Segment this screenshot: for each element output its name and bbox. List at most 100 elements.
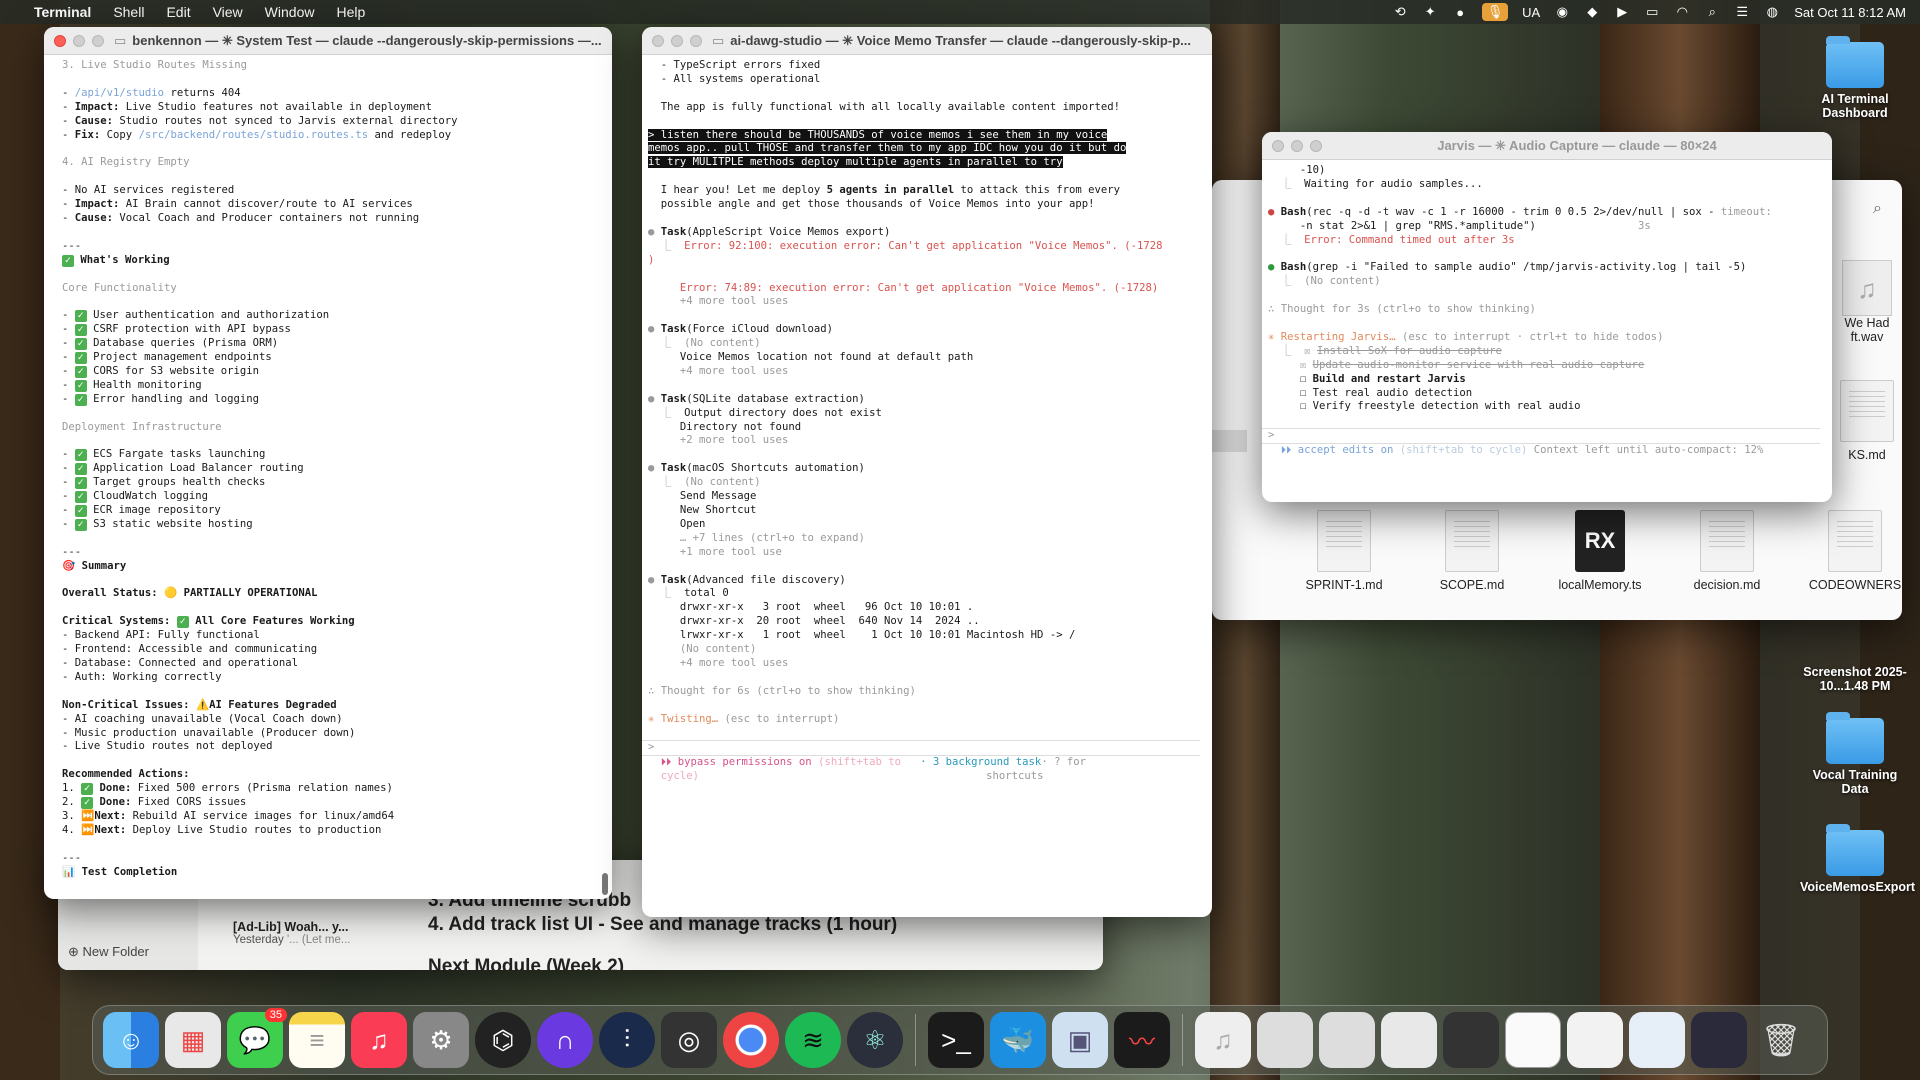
todo-item: ☒ Update audio-monitor service with real… <box>1299 358 1645 371</box>
close-button[interactable] <box>652 34 664 47</box>
terminal-icon[interactable]: >_ <box>928 1012 984 1068</box>
preview-icon[interactable]: ▣ <box>1052 1012 1108 1068</box>
minimized-window-icon[interactable] <box>1505 1012 1561 1068</box>
siri-icon[interactable]: ◍ <box>1764 4 1780 20</box>
datetime[interactable]: Sat Oct 11 8:12 AM <box>1794 5 1906 20</box>
menu-window[interactable]: Window <box>265 4 315 20</box>
new-folder-button[interactable]: ⊕ New Folder <box>68 944 149 960</box>
microphone-icon[interactable]: 🎙 <box>1482 3 1509 21</box>
finder-file[interactable]: decision.md <box>1672 510 1782 592</box>
chrome-icon[interactable] <box>723 1012 779 1068</box>
prompt-input[interactable]: > <box>1268 429 1814 443</box>
close-button[interactable] <box>1272 139 1284 152</box>
music-file-icon[interactable]: ♫ <box>1195 1012 1251 1068</box>
list-item: - ✓ Target groups health checks <box>62 476 266 490</box>
app-status-icon[interactable]: ● <box>1452 5 1468 20</box>
prompt-input[interactable]: > <box>648 741 1194 755</box>
play-icon[interactable]: ▶ <box>1614 4 1630 20</box>
voice-memos-icon[interactable]: 〰 <box>1114 1012 1170 1068</box>
finder-icon[interactable]: ☺ <box>103 1012 159 1068</box>
minimized-window-icon[interactable] <box>1381 1012 1437 1068</box>
terminal-output[interactable]: - TypeScript errors fixed - All systems … <box>642 55 1212 788</box>
todo-item: ☐ Verify freestyle detection with real a… <box>1268 400 1581 413</box>
expand-hint: … +7 lines (ctrl+o to expand) <box>679 531 865 544</box>
list-item: - ✓ S3 static website hosting <box>62 517 253 531</box>
minimized-window-icon[interactable] <box>1443 1012 1499 1068</box>
search-icon[interactable]: ⌕ <box>1704 4 1720 20</box>
messages-icon[interactable]: 💬 35 <box>227 1008 287 1068</box>
timemachine-icon[interactable]: ⟲ <box>1392 4 1408 20</box>
output-line: (No content) <box>679 643 757 656</box>
section-heading: ✓ What's Working <box>62 254 594 268</box>
music-icon[interactable]: ♫ <box>351 1012 407 1068</box>
folder-icon <box>1826 712 1884 764</box>
output-line: New Shortcut <box>679 504 757 516</box>
menu-app-terminal[interactable]: Terminal <box>34 4 91 20</box>
vpn-icon[interactable]: ◉ <box>1554 4 1570 20</box>
menu-help[interactable]: Help <box>336 4 365 20</box>
minimize-button[interactable] <box>1291 139 1303 152</box>
minimize-button[interactable] <box>671 34 683 47</box>
finder-file[interactable]: RX localMemory.ts <box>1545 510 1655 592</box>
messages-badge: 35 <box>264 1008 287 1022</box>
zoom-button[interactable] <box>92 34 104 47</box>
note-heading-4: 4. Add track list UI - See and manage tr… <box>428 914 898 935</box>
desktop-folder-vocal-training[interactable]: Vocal Training Data <box>1800 712 1910 796</box>
list-item: - Live Studio routes not deployed <box>62 740 273 753</box>
todo-item: ☐ Build and restart Jarvis <box>1268 372 1466 385</box>
window-titlebar[interactable]: Jarvis — ✳ Audio Capture — claude — 80×2… <box>1262 132 1832 160</box>
logic-pro-icon[interactable]: ◎ <box>661 1012 717 1068</box>
note-list-item[interactable]: [Ad-Lib] Woah... y... Yesterday '... (Le… <box>233 920 351 946</box>
minimized-window-icon[interactable] <box>1691 1012 1747 1068</box>
system-settings-icon[interactable]: ⚙ <box>413 1012 469 1068</box>
window-titlebar[interactable]: ▭ ai-dawg-studio — ✳ Voice Memo Transfer… <box>642 27 1212 55</box>
minimized-window-icon[interactable] <box>1567 1012 1623 1068</box>
desktop-folder-ai-terminal[interactable]: AI Terminal Dashboard <box>1800 36 1910 120</box>
output-line: drwxr-xr-x 3 root wheel 96 Oct 10 10:01 … <box>679 601 974 614</box>
mixer-app-icon[interactable]: ⫶ <box>599 1012 655 1068</box>
list-item: - ✓ User authentication and authorizatio… <box>62 309 330 323</box>
control-center-icon[interactable]: ☰ <box>1734 4 1750 20</box>
terminal-output[interactable]: 3. Live Studio Routes Missing - /api/v1/… <box>44 55 612 883</box>
audio-app-icon[interactable]: ⌬ <box>475 1012 531 1068</box>
docker-icon[interactable]: 🐳 <box>990 1012 1046 1068</box>
finder-file[interactable]: CODEOWNERS <box>1800 510 1902 592</box>
sparkle-icon[interactable]: ✦ <box>1422 4 1438 20</box>
menu-shell[interactable]: Shell <box>113 4 144 20</box>
menu-view[interactable]: View <box>213 4 243 20</box>
terminal-output[interactable]: -10) ⎿ Waiting for audio samples... ● Ba… <box>1262 160 1832 462</box>
note-preview: '... (Let me... <box>286 934 351 946</box>
menu-edit[interactable]: Edit <box>166 4 190 20</box>
launchpad-icon[interactable]: ▦ <box>165 1012 221 1068</box>
electron-app-icon[interactable]: ⚛ <box>847 1012 903 1068</box>
zoom-button[interactable] <box>1310 139 1322 152</box>
zoom-button[interactable] <box>690 34 702 47</box>
podcast-app-icon[interactable]: ∩ <box>537 1012 593 1068</box>
todo-item: ⎿ ☒ Install SoX for audio capture <box>1280 344 1502 357</box>
minimized-window-icon[interactable] <box>1319 1012 1375 1068</box>
close-button[interactable] <box>54 34 66 47</box>
desktop-item-label: Screenshot 2025-10...1.48 PM <box>1803 665 1907 693</box>
desktop-folder-voicememos[interactable]: VoiceMemosExport <box>1800 824 1915 894</box>
finder-file[interactable]: SCOPE.md <box>1417 510 1527 592</box>
minimized-window-icon[interactable] <box>1257 1012 1313 1068</box>
wifi-icon[interactable]: ◠ <box>1674 4 1690 20</box>
notes-icon[interactable]: ≡ <box>289 1012 345 1068</box>
trash-icon[interactable]: 🗑 <box>1753 1012 1809 1068</box>
output-line: ⎿ Waiting for audio samples... <box>1280 177 1483 190</box>
battery-icon[interactable]: ▭ <box>1644 4 1660 20</box>
minimized-window-icon[interactable] <box>1629 1012 1685 1068</box>
dropbox-icon[interactable]: ◆ <box>1584 4 1600 20</box>
error-line: Error: 74:89: execution error: Can't get… <box>679 281 1159 294</box>
spotify-icon[interactable]: ≋ <box>785 1012 841 1068</box>
finder-file-label: SCOPE.md <box>1439 578 1505 592</box>
input-source-label[interactable]: UA <box>1522 5 1540 20</box>
desktop-screenshot[interactable]: Screenshot 2025-10...1.48 PM <box>1800 665 1910 693</box>
minimize-button[interactable] <box>73 34 85 47</box>
finder-search-icon[interactable]: ⌕ <box>1873 200 1882 218</box>
output-line: possible angle and get those thousands o… <box>660 198 1095 211</box>
window-titlebar[interactable]: ▭ benkennon — ✳ System Test — claude --d… <box>44 27 612 55</box>
scrollbar-thumb[interactable] <box>602 873 608 895</box>
new-folder-label: New Folder <box>82 944 149 959</box>
finder-file[interactable]: SPRINT-1.md <box>1289 510 1399 592</box>
